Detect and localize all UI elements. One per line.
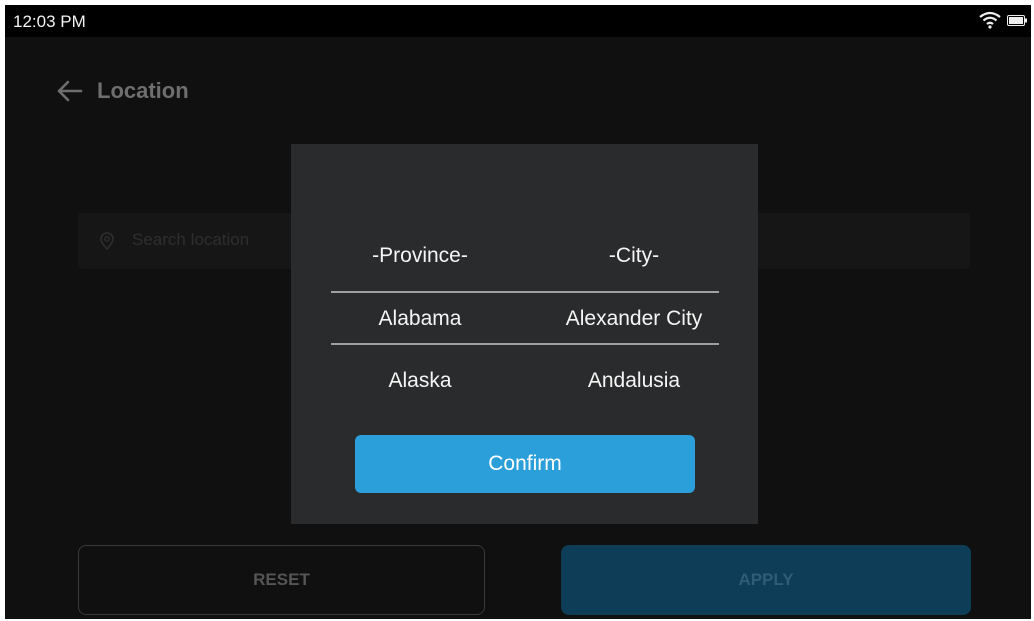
reset-button-label: RESET: [253, 570, 310, 589]
screen: 12:03 PM Location Search location RESET: [5, 5, 1031, 619]
reset-button[interactable]: RESET: [78, 545, 485, 615]
province-option[interactable]: Alaska: [310, 369, 530, 393]
wifi-icon: [979, 11, 1001, 29]
arrow-left-icon: [57, 80, 83, 102]
province-option-selected[interactable]: Alabama: [310, 307, 530, 331]
status-bar: 12:03 PM: [5, 5, 1031, 37]
page-header: Location: [51, 71, 189, 111]
selection-top-divider: [331, 291, 719, 293]
status-time: 12:03 PM: [13, 12, 86, 31]
province-column-header: -Province-: [372, 244, 468, 267]
battery-icon: [1007, 15, 1027, 26]
apply-button-label: APPLY: [738, 570, 794, 589]
confirm-button-label: Confirm: [488, 452, 562, 475]
search-placeholder: Search location: [132, 230, 250, 249]
apply-button[interactable]: APPLY: [561, 545, 971, 615]
selection-bottom-divider: [331, 343, 719, 345]
confirm-button[interactable]: Confirm: [355, 435, 695, 493]
page-title: Location: [97, 78, 189, 103]
city-column-header: -City-: [608, 244, 660, 267]
location-pin-icon: [100, 232, 114, 250]
location-picker-dialog: -Province- -City- Alabama Alexander City…: [291, 144, 758, 524]
city-option[interactable]: Andalusia: [524, 369, 744, 393]
city-option-selected[interactable]: Alexander City: [524, 307, 744, 331]
back-button[interactable]: [51, 73, 87, 109]
